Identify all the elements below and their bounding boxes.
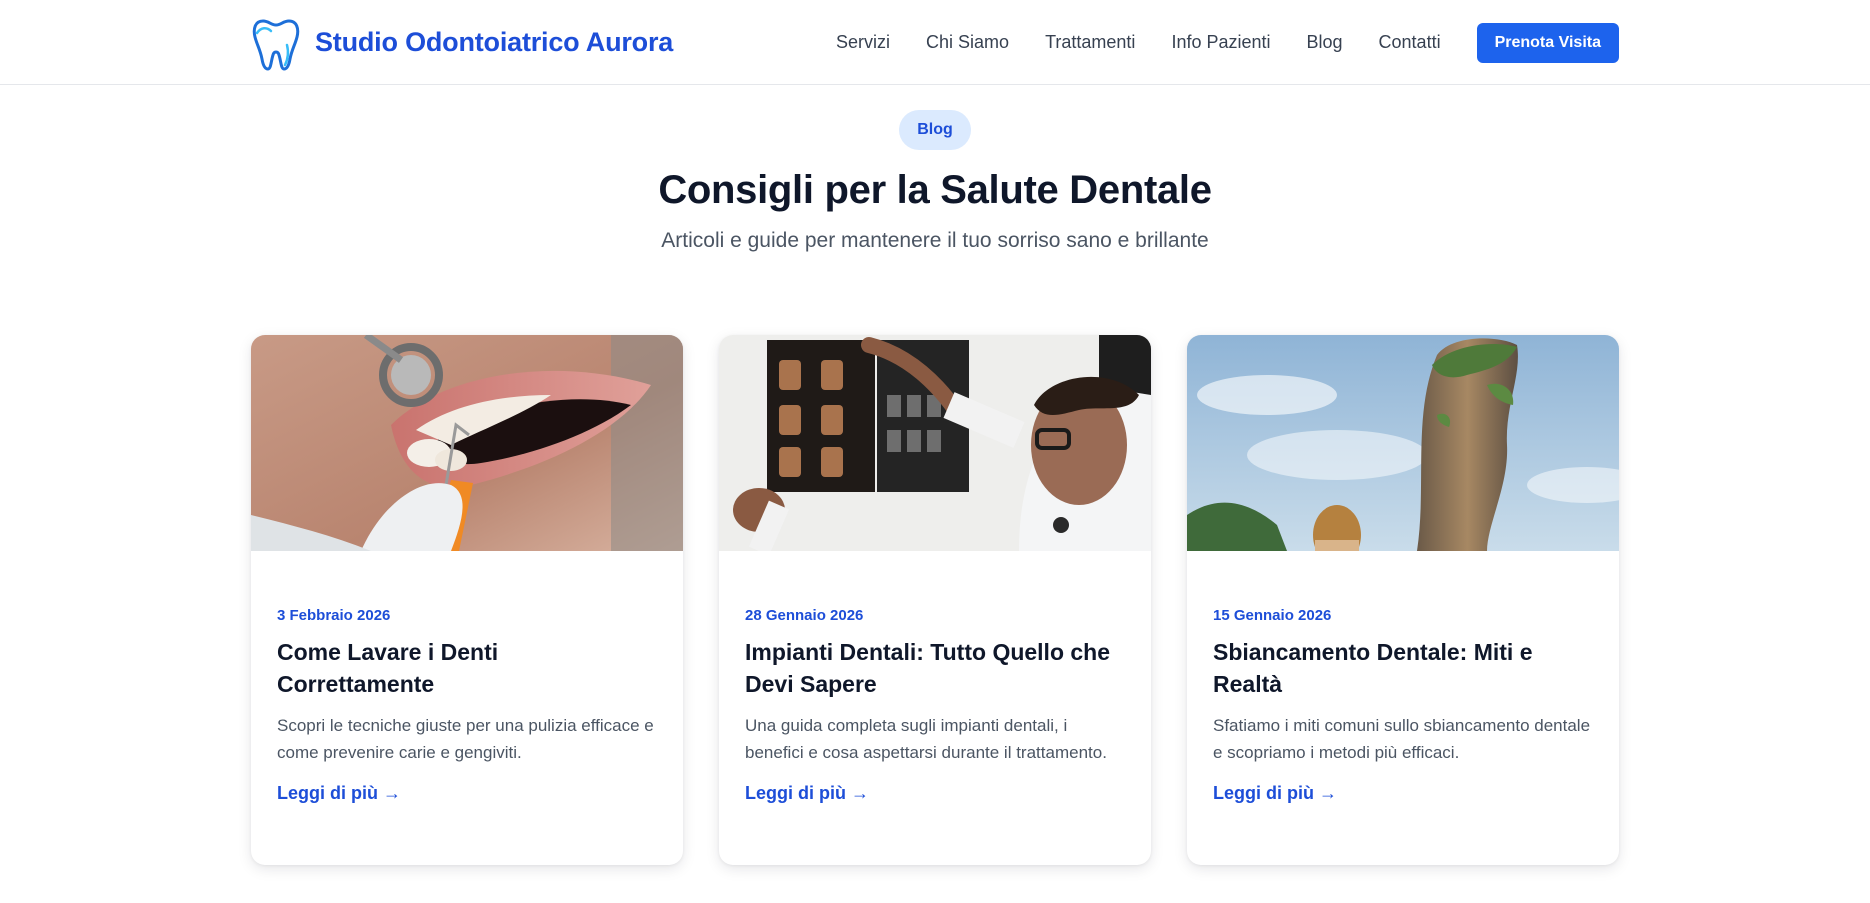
article-title[interactable]: Impianti Dentali: Tutto Quello che Devi … bbox=[745, 636, 1125, 700]
article-grid: 3 Febbraio 2026 Come Lavare i Denti Corr… bbox=[251, 335, 1619, 865]
nav-link-servizi[interactable]: Servizi bbox=[836, 32, 890, 53]
rock-island-photo bbox=[1187, 335, 1619, 551]
article-title[interactable]: Sbiancamento Dentale: Miti e Realtà bbox=[1213, 636, 1593, 700]
main-nav: Servizi Chi Siamo Trattamenti Info Pazie… bbox=[836, 22, 1619, 63]
article-excerpt: Scopri le tecniche giuste per una pulizi… bbox=[277, 716, 654, 762]
article-excerpt: Una guida completa sugli impianti dental… bbox=[745, 716, 1107, 762]
card-body: 28 Gennaio 2026 Impianti Dentali: Tutto … bbox=[719, 551, 1151, 804]
dental-checkup-photo bbox=[251, 335, 683, 551]
article-title[interactable]: Come Lavare i Denti Correttamente bbox=[277, 636, 657, 700]
book-visit-button[interactable]: Prenota Visita bbox=[1476, 22, 1619, 63]
article-date: 28 Gennaio 2026 bbox=[745, 607, 864, 624]
nav-link-info-pazienti[interactable]: Info Pazienti bbox=[1171, 32, 1270, 53]
article-date: 15 Gennaio 2026 bbox=[1213, 607, 1332, 624]
dentist-xray-photo bbox=[719, 335, 1151, 551]
site-header: Studio Odontoiatrico Aurora Servizi Chi … bbox=[0, 0, 1870, 85]
read-more-link[interactable]: Leggi di più → bbox=[277, 783, 401, 804]
read-more-link[interactable]: Leggi di più → bbox=[745, 783, 869, 804]
nav-link-trattamenti[interactable]: Trattamenti bbox=[1045, 32, 1135, 53]
card-body: 15 Gennaio 2026 Sbiancamento Dentale: Mi… bbox=[1187, 551, 1619, 804]
tooth-icon bbox=[252, 18, 300, 71]
article-excerpt: Sfatiamo i miti comuni sullo sbiancament… bbox=[1213, 716, 1591, 762]
article-card[interactable]: 15 Gennaio 2026 Sbiancamento Dentale: Mi… bbox=[1187, 335, 1619, 865]
read-more-link[interactable]: Leggi di più → bbox=[1213, 783, 1337, 804]
page-title: Consigli per la Salute Dentale bbox=[658, 168, 1212, 212]
nav-link-blog[interactable]: Blog bbox=[1307, 32, 1343, 53]
header-inner: Studio Odontoiatrico Aurora Servizi Chi … bbox=[251, 0, 1619, 85]
brand[interactable]: Studio Odontoiatrico Aurora bbox=[251, 15, 673, 71]
article-card[interactable]: 28 Gennaio 2026 Impianti Dentali: Tutto … bbox=[719, 335, 1151, 865]
nav-link-contatti[interactable]: Contatti bbox=[1379, 32, 1441, 53]
blog-hero: Blog Consigli per la Salute Dentale Arti… bbox=[0, 85, 1870, 253]
brand-name: Studio Odontoiatrico Aurora bbox=[315, 27, 674, 57]
card-body: 3 Febbraio 2026 Come Lavare i Denti Corr… bbox=[251, 551, 683, 804]
article-card[interactable]: 3 Febbraio 2026 Come Lavare i Denti Corr… bbox=[251, 335, 683, 865]
page-subtitle: Articoli e guide per mantenere il tuo so… bbox=[661, 229, 1209, 252]
section-badge: Blog bbox=[899, 110, 971, 150]
nav-link-chi-siamo[interactable]: Chi Siamo bbox=[926, 32, 1009, 53]
article-date: 3 Febbraio 2026 bbox=[277, 607, 391, 624]
